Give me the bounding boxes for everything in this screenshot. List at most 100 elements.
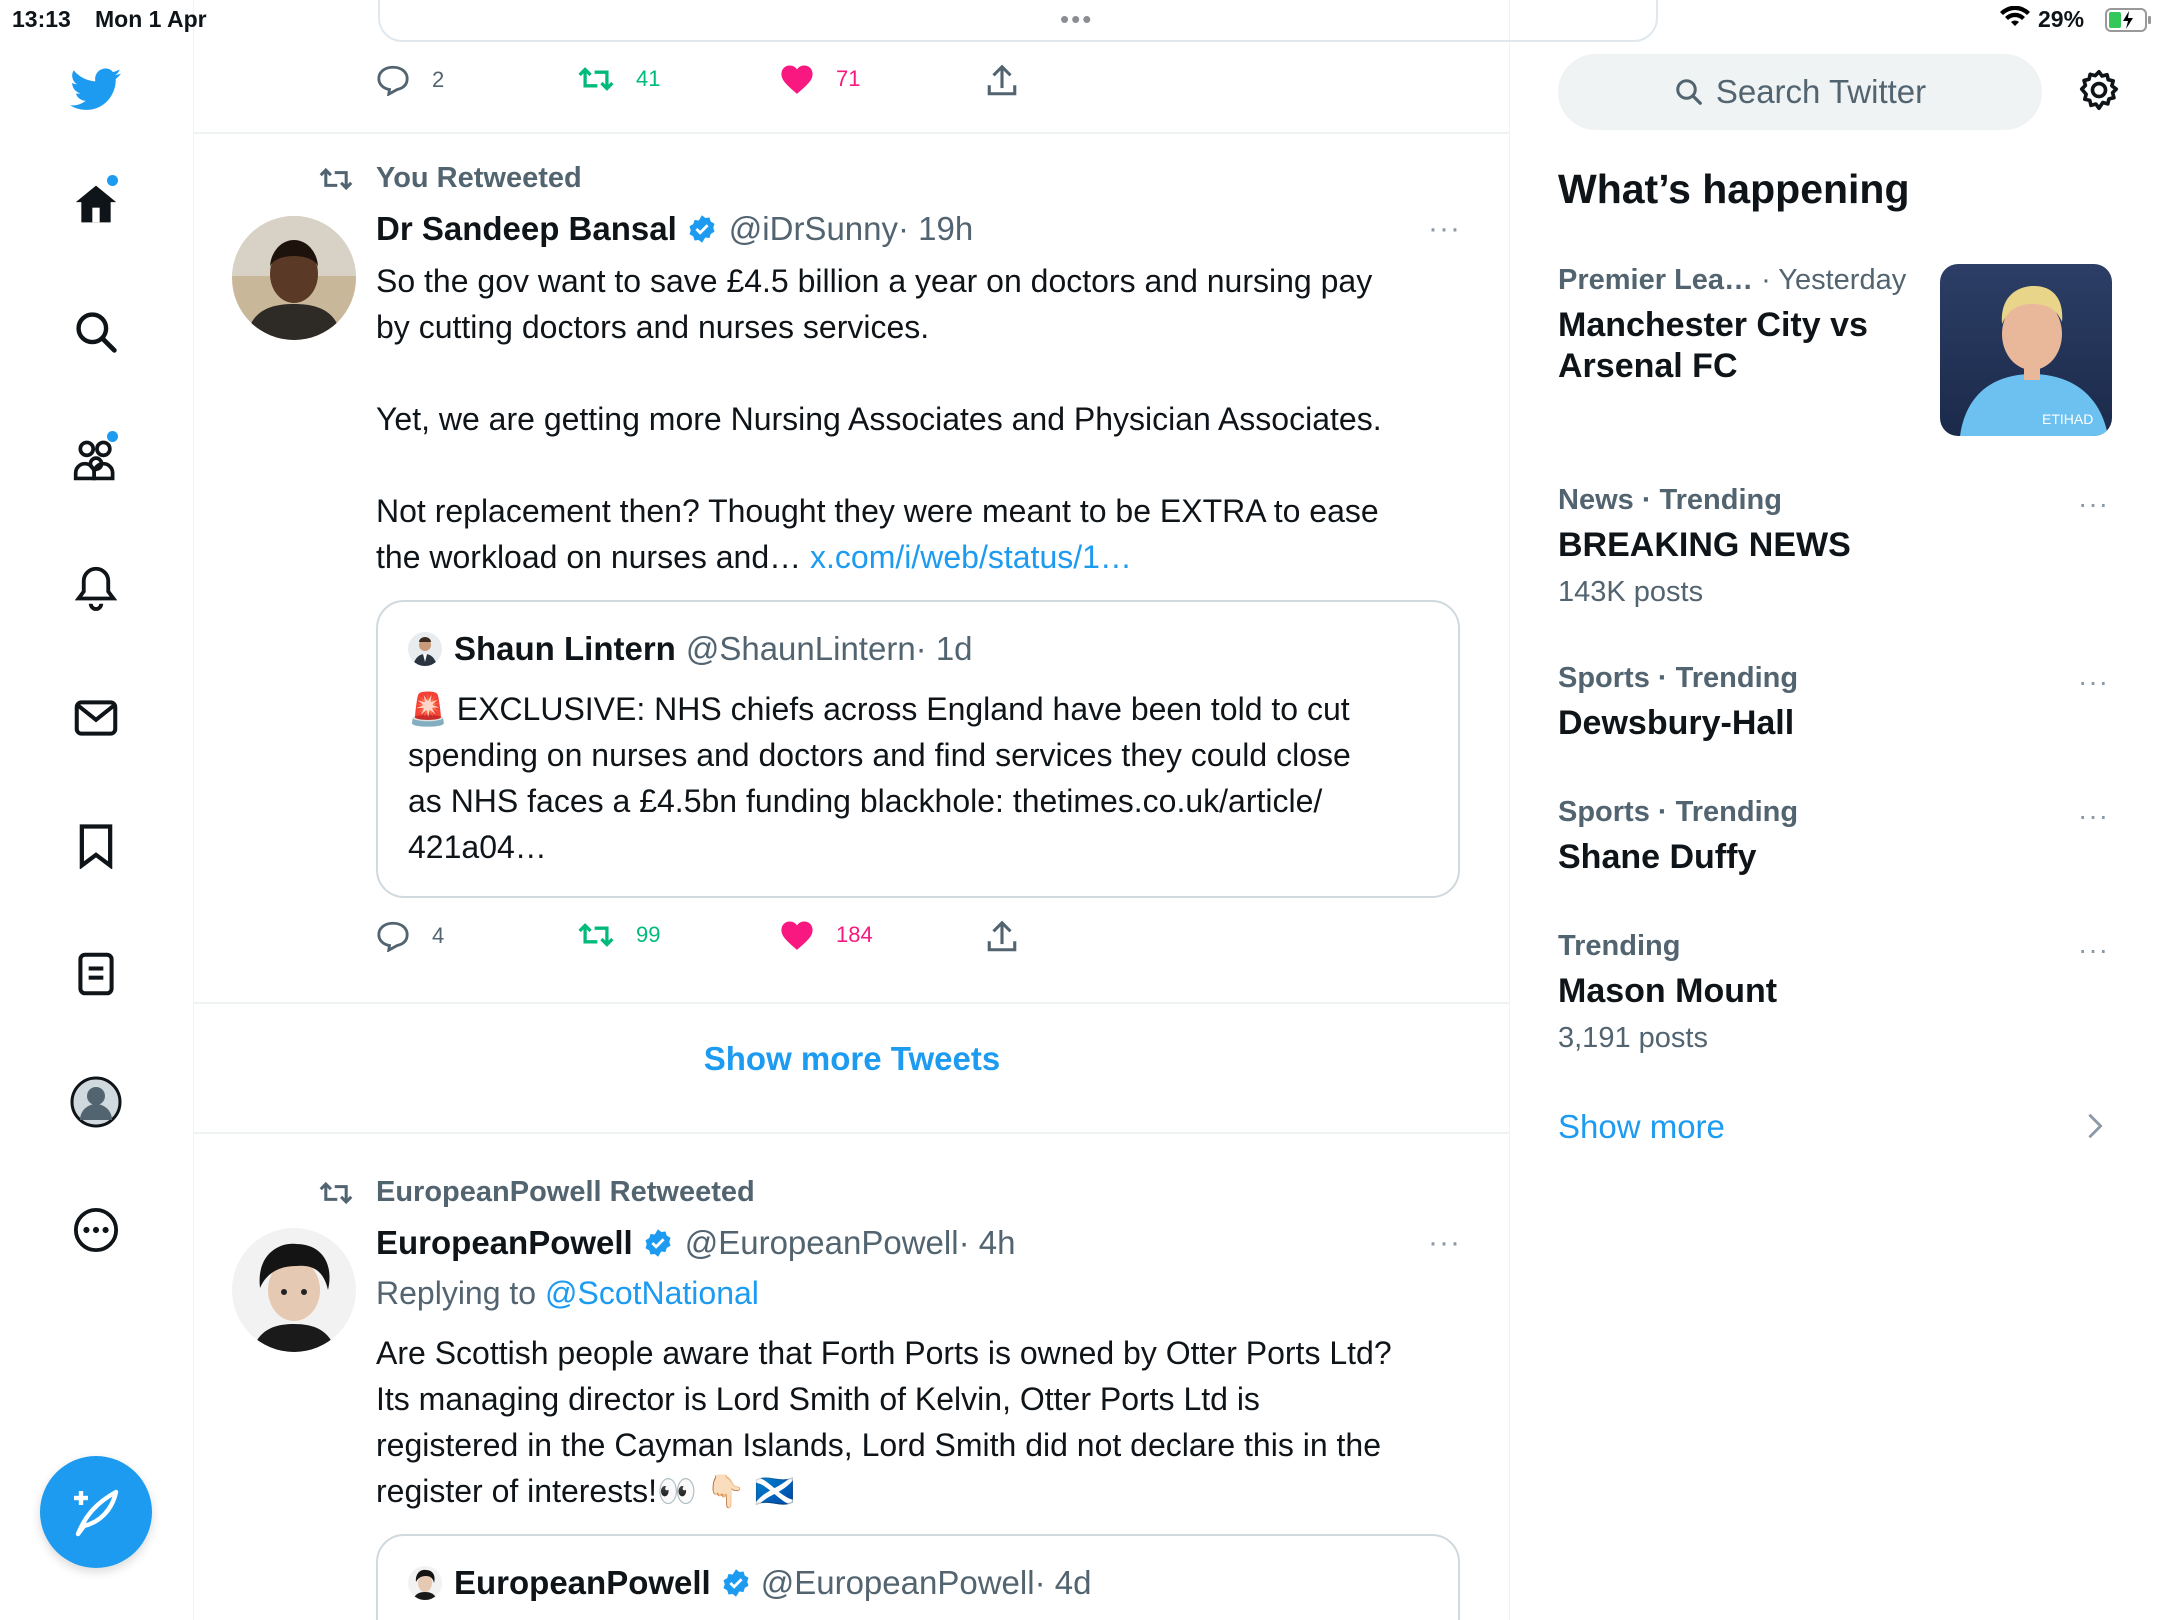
quoted-tweet-card[interactable]: Shaun Lintern @ShaunLintern · 1d 🚨 EXCLU… xyxy=(376,600,1460,898)
quoted-author-name: Shaun Lintern xyxy=(454,630,676,667)
wifi-icon xyxy=(2000,5,2030,36)
reply-count: 2 xyxy=(432,67,445,92)
quoted-tweet-header: EuropeanPowell @EuropeanPowell · 4d xyxy=(408,1564,1091,1602)
left-nav xyxy=(0,0,194,1620)
verified-badge-icon xyxy=(687,214,717,244)
retweet-context-label: EuropeanPowell Retweeted xyxy=(376,1176,755,1208)
show-more-tweets-button[interactable]: Show more Tweets xyxy=(194,1040,1510,1078)
trend-more-button[interactable]: ··· xyxy=(2078,488,2109,520)
timeline: 2 41 71 You Retweeted Dr Sandeep Bansal xyxy=(194,0,1658,1620)
trend-item[interactable]: Premier Lea… · Yesterday Manchester City… xyxy=(1558,264,1938,387)
siren-emoji: 🚨 xyxy=(408,691,448,727)
trend-item[interactable]: Sports · Trending Shane Duffy xyxy=(1558,796,2118,878)
show-more-trends-link[interactable]: Show more xyxy=(1558,1108,1725,1146)
trend-item[interactable]: Trending Mason Mount 3,191 posts xyxy=(1558,930,2118,1055)
quoted-text-body: EXCLUSIVE: NHS chiefs across England hav… xyxy=(408,691,1351,865)
more-options-icon[interactable] xyxy=(66,1200,126,1260)
search-placeholder: Search Twitter xyxy=(1715,73,1927,110)
status-bar: 13:13 Mon 1 Apr ••• 29% xyxy=(0,0,2160,40)
heart-icon xyxy=(781,65,813,94)
share-action[interactable] xyxy=(986,64,1040,98)
reply-action[interactable]: 4 xyxy=(376,920,444,952)
retweet-context-icon xyxy=(319,167,353,190)
verified-badge-icon xyxy=(643,1228,673,1258)
verified-badge-icon xyxy=(721,1568,751,1598)
trend-thumbnail[interactable]: ETIHAD xyxy=(1940,264,2112,436)
battery-percent: 29% xyxy=(2038,6,2085,32)
trend-category: Premier Lea… xyxy=(1558,264,1754,296)
retweet-context-label: You Retweeted xyxy=(376,162,582,194)
profile-avatar-icon[interactable] xyxy=(66,1072,126,1132)
avatar[interactable] xyxy=(232,216,356,340)
trend-topic: Manchester City vs Arsenal FC xyxy=(1558,306,1868,385)
tweet-link[interactable]: x.com/i/web/status/1… xyxy=(810,539,1132,575)
trend-more-button[interactable]: ··· xyxy=(2078,666,2109,698)
trend-category: Sports · Trending xyxy=(1558,796,1799,828)
reply-action[interactable]: 2 xyxy=(376,64,444,96)
settings-gear-icon[interactable] xyxy=(2076,68,2122,119)
tweet-header: EuropeanPowell @EuropeanPowell · 4h xyxy=(376,1224,1015,1262)
replying-to-handle[interactable]: @ScotNational xyxy=(545,1275,759,1311)
trend-topic: Dewsbury-Hall xyxy=(1558,704,1795,742)
trend-item[interactable]: Sports · Trending Dewsbury-Hall xyxy=(1558,662,2118,744)
tweet-divider xyxy=(194,132,1510,134)
retweet-icon xyxy=(578,923,614,947)
trend-item[interactable]: News · Trending BREAKING NEWS 143K posts xyxy=(1558,484,2118,609)
quoted-author-handle: @ShaunLintern xyxy=(685,630,916,667)
notifications-bell-icon[interactable] xyxy=(66,558,126,618)
search-input[interactable]: Search Twitter xyxy=(1558,54,2042,130)
quoted-tweet-header: Shaun Lintern @ShaunLintern · 1d xyxy=(408,630,973,668)
tweet-text: Are Scottish people aware that Forth Por… xyxy=(376,1335,1392,1509)
trend-topic: Mason Mount xyxy=(1558,972,1778,1010)
trend-more-button[interactable]: ··· xyxy=(2078,800,2109,832)
tweet-more-button[interactable]: ··· xyxy=(1428,212,1461,246)
author-name[interactable]: EuropeanPowell xyxy=(376,1224,633,1262)
bookmarks-icon[interactable] xyxy=(66,816,126,876)
app-root: 13:13 Mon 1 Apr ••• 29% 2 41 71 You Retw… xyxy=(0,0,2160,1620)
like-action[interactable]: 184 xyxy=(780,920,873,950)
reply-icon xyxy=(377,65,409,96)
share-action[interactable] xyxy=(986,920,1040,954)
replying-prefix: Replying to xyxy=(376,1275,545,1311)
messages-envelope-icon[interactable] xyxy=(66,688,126,748)
lists-icon[interactable] xyxy=(66,944,126,1004)
heart-icon xyxy=(781,921,813,950)
retweet-context: EuropeanPowell Retweeted xyxy=(318,1176,755,1209)
trend-time: · Yesterday xyxy=(1753,264,1907,296)
tweet-divider xyxy=(194,1002,1510,1004)
compose-feather-icon xyxy=(74,1489,119,1537)
quoted-tweet-card[interactable]: EuropeanPowell @EuropeanPowell · 4d xyxy=(376,1534,1460,1620)
tweet-timestamp[interactable]: · 19h xyxy=(898,210,973,248)
search-icon xyxy=(1676,79,1702,105)
quoted-timestamp: · 1d xyxy=(915,630,973,667)
retweet-action[interactable]: 41 xyxy=(578,64,660,94)
like-count: 71 xyxy=(836,66,861,91)
share-icon xyxy=(987,64,1017,96)
author-handle[interactable]: @iDrSunny xyxy=(729,210,898,248)
trend-more-button[interactable]: ··· xyxy=(2078,934,2109,966)
search-icon[interactable] xyxy=(66,302,126,362)
tweet-more-button[interactable]: ··· xyxy=(1428,1226,1461,1260)
retweet-action[interactable]: 99 xyxy=(578,920,660,950)
tweet-divider xyxy=(194,1132,1510,1134)
home-notification-dot xyxy=(107,175,118,186)
tweet-body: So the gov want to save £4.5 billion a y… xyxy=(376,258,1676,580)
quoted-avatar xyxy=(408,1566,442,1600)
chevron-right-icon xyxy=(2086,1112,2104,1145)
compose-tweet-button[interactable] xyxy=(40,1456,152,1568)
author-name[interactable]: Dr Sandeep Bansal xyxy=(376,210,677,248)
reply-count: 4 xyxy=(432,923,445,948)
svg-text:ETIHAD: ETIHAD xyxy=(2042,411,2093,427)
tweet-timestamp[interactable]: · 4h xyxy=(959,1224,1016,1262)
trend-category: News · Trending xyxy=(1558,484,1782,516)
trend-meta: Premier Lea… · Yesterday xyxy=(1558,264,1938,297)
quoted-author-handle: @EuropeanPowell xyxy=(760,1564,1035,1601)
twitter-logo-icon[interactable] xyxy=(66,60,126,120)
avatar[interactable] xyxy=(232,1228,356,1352)
multitask-dots[interactable]: ••• xyxy=(1060,4,1093,35)
battery-icon xyxy=(2105,8,2153,38)
author-handle[interactable]: @EuropeanPowell xyxy=(685,1224,959,1262)
quoted-tweet-text: 🚨 EXCLUSIVE: NHS chiefs across England h… xyxy=(408,686,1448,870)
like-action[interactable]: 71 xyxy=(780,64,860,94)
share-icon xyxy=(987,920,1017,952)
